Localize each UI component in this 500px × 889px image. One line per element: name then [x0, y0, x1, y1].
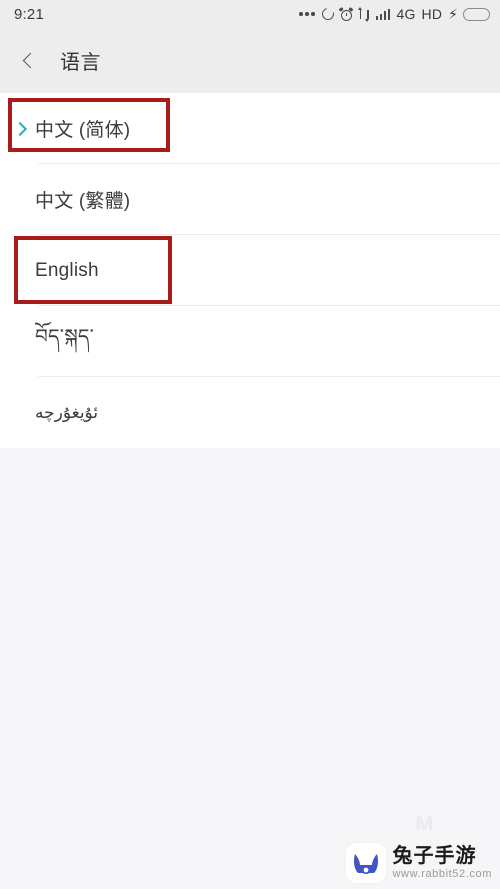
- charging-bolt-icon: ⚡: [448, 6, 458, 22]
- language-label: ئۇيغۇرچە: [35, 402, 99, 422]
- list-item[interactable]: English: [0, 235, 500, 306]
- watermark-brand: 兔子手游: [392, 844, 477, 867]
- language-label: English: [35, 259, 99, 281]
- list-item[interactable]: བོད་སྐད་: [0, 306, 500, 377]
- list-item[interactable]: 中文 (繁體): [0, 164, 500, 235]
- app-header: 语言: [0, 28, 500, 93]
- selected-chevron-icon: [14, 191, 30, 209]
- rabbit-logo-icon: [353, 853, 378, 874]
- selected-chevron-icon: [14, 333, 30, 351]
- list-item[interactable]: ئۇيغۇرچە: [0, 377, 500, 448]
- selected-chevron-icon: [14, 404, 30, 422]
- rabbit-logo: [345, 843, 386, 883]
- language-label: 中文 (繁體): [35, 191, 131, 212]
- data-transfer-icon: [357, 6, 370, 22]
- volte-hd-label: HD: [421, 6, 443, 22]
- language-label: བོད་སྐད་: [35, 325, 95, 348]
- list-item[interactable]: 中文 (简体): [0, 93, 500, 164]
- page-title: 语言: [60, 52, 101, 74]
- selected-chevron-icon: [14, 262, 30, 280]
- network-type-label: 4G: [396, 6, 416, 22]
- watermark-text: 兔子手游 www.rabbit52.com: [392, 844, 492, 881]
- back-chevron-icon[interactable]: [18, 50, 40, 72]
- sync-circle-icon: [319, 5, 336, 23]
- status-clock: 9:21: [14, 5, 44, 23]
- site-watermark: 兔子手游 www.rabbit52.com: [345, 843, 492, 883]
- more-dots-icon: [299, 12, 315, 16]
- battery-icon: [463, 7, 490, 21]
- language-list: 中文 (简体) 中文 (繁體) English བོད་སྐད་ ئۇيغۇرچ…: [0, 93, 500, 448]
- status-bar: 9:21 4G HD ⚡: [0, 0, 500, 28]
- watermark-ghost-mark: ᴍ: [415, 806, 436, 837]
- signal-bars-icon: [375, 8, 391, 20]
- language-label: 中文 (简体): [35, 120, 131, 141]
- alarm-clock-icon: [338, 6, 354, 21]
- status-icon-tray: 4G HD ⚡: [299, 5, 490, 23]
- watermark-url: www.rabbit52.com: [392, 867, 492, 880]
- selected-chevron-icon: [14, 120, 30, 138]
